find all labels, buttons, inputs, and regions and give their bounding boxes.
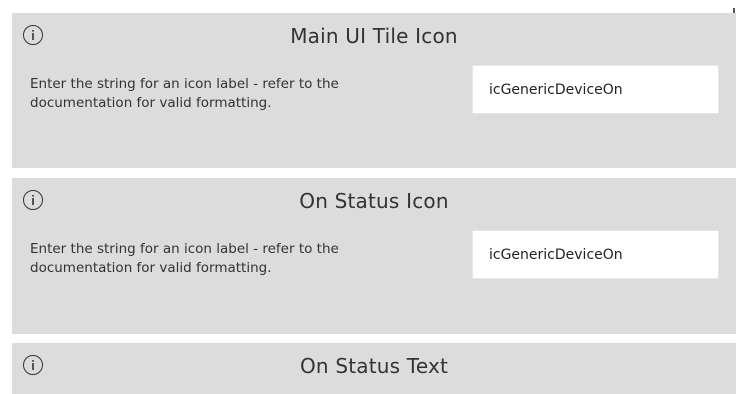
panel-on-status-text: On Status Text — [12, 343, 736, 394]
panel-header: On Status Text — [12, 343, 736, 391]
field-description: Enter the string for an icon label - ref… — [30, 76, 339, 111]
panel-title: Main UI Tile Icon — [290, 24, 458, 48]
panel-main-ui-tile-icon: Main UI Tile Icon Enter the string for a… — [12, 13, 736, 168]
icon-label-input[interactable] — [472, 230, 719, 279]
panel-on-status-icon: On Status Icon Enter the string for an i… — [12, 178, 736, 334]
panel-title: On Status Icon — [299, 189, 449, 213]
panel-header: Main UI Tile Icon — [12, 13, 736, 61]
panel-title: On Status Text — [299, 354, 449, 378]
settings-page: Main UI Tile Icon Enter the string for a… — [0, 0, 736, 394]
panel-header: On Status Icon — [12, 178, 736, 226]
field-description: Enter the string for an icon label - ref… — [30, 241, 339, 276]
icon-label-input[interactable] — [472, 65, 719, 114]
